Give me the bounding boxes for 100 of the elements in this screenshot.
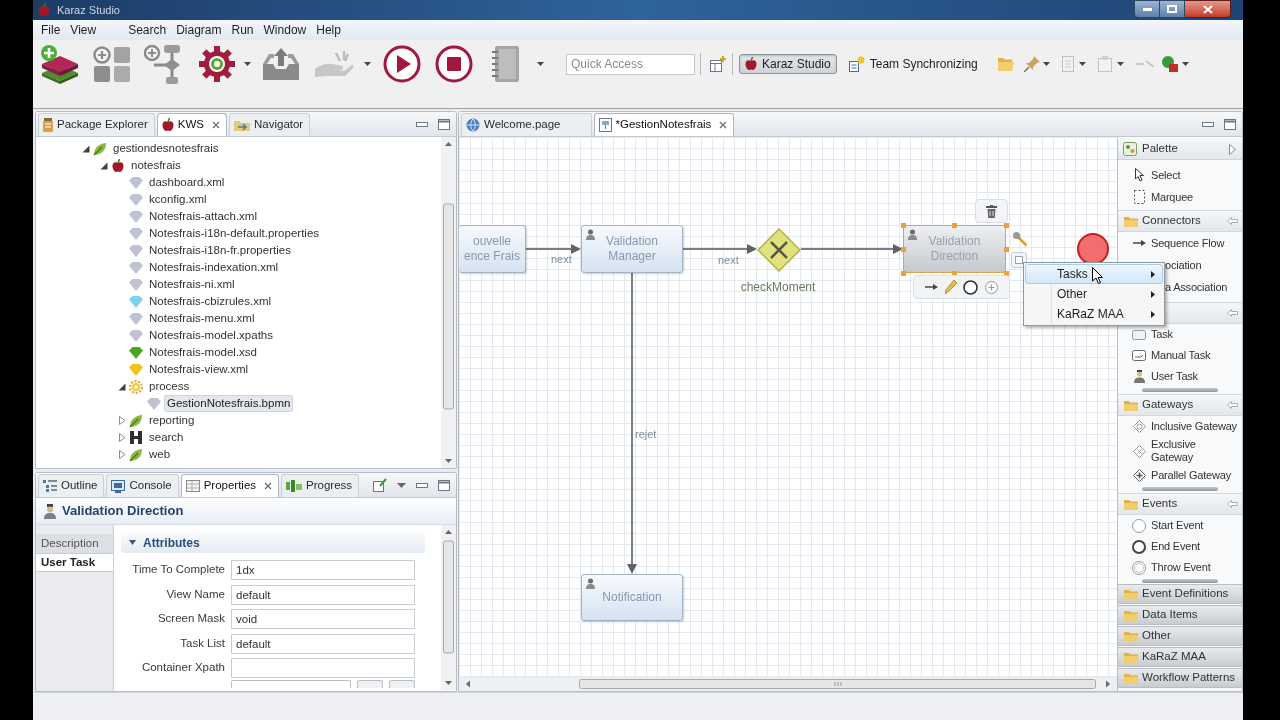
- sequence-flow-arrow[interactable]: [627, 272, 637, 574]
- circle-icon[interactable]: [963, 279, 979, 295]
- menu-item[interactable]: Run: [226, 21, 259, 39]
- sequence-flow-arrow[interactable]: [682, 244, 757, 254]
- tab[interactable]: Properties: [180, 474, 280, 497]
- tab[interactable]: *GestionNotesfrais: [593, 113, 735, 136]
- caret-icon[interactable]: [1181, 62, 1189, 66]
- square-icon[interactable]: [1011, 252, 1027, 268]
- tree-item[interactable]: notesfrais: [128, 157, 184, 174]
- triangle-right-icon[interactable]: [118, 433, 126, 442]
- tree-item[interactable]: Notesfrais-view.xml: [146, 361, 252, 378]
- play-icon[interactable]: [383, 45, 421, 83]
- resize-handle[interactable]: [952, 270, 957, 276]
- palette-drawer[interactable]: Events: [1118, 493, 1242, 515]
- maximize-icon[interactable]: [438, 479, 450, 491]
- pencil-icon[interactable]: [944, 280, 957, 294]
- palette-drawer[interactable]: Other: [1118, 626, 1242, 646]
- tree-item[interactable]: Notesfrais-attach.xml: [146, 208, 260, 225]
- minimize-icon[interactable]: [416, 121, 428, 127]
- palette-drawer[interactable]: KaRaZ MAA: [1118, 647, 1242, 667]
- resize-handle[interactable]: [900, 222, 906, 228]
- palette-tool[interactable]: Exclusive Gateway: [1118, 437, 1242, 465]
- stop-icon[interactable]: [435, 45, 473, 83]
- palette-tool[interactable]: Task: [1118, 324, 1242, 345]
- tree-item[interactable]: reporting: [146, 412, 198, 429]
- tab[interactable]: Package Explorer: [38, 113, 155, 136]
- resize-handle[interactable]: [1003, 246, 1009, 252]
- close-icon[interactable]: [212, 121, 220, 129]
- palette-tool[interactable]: Parallel Gateway: [1118, 465, 1242, 486]
- palette-tool[interactable]: Sequence Flow: [1118, 232, 1242, 254]
- vertical-scrollbar[interactable]: [441, 525, 456, 690]
- caret-icon[interactable]: [244, 62, 251, 66]
- menu-item[interactable]: Diagram: [171, 21, 227, 39]
- tab[interactable]: Welcome.page: [461, 113, 592, 136]
- resize-handle[interactable]: [1003, 222, 1009, 228]
- notebook-icon[interactable]: [491, 45, 520, 83]
- maximize-icon[interactable]: [438, 118, 450, 130]
- triangle-right-icon[interactable]: [1229, 143, 1236, 155]
- input-field[interactable]: [231, 680, 351, 688]
- side-tab[interactable]: Description: [36, 534, 113, 553]
- menu-item[interactable]: View: [65, 21, 102, 39]
- close-icon[interactable]: [264, 482, 273, 490]
- circle-plus-icon[interactable]: [984, 280, 998, 294]
- end-event-node[interactable]: [1077, 233, 1109, 265]
- palette-tool[interactable]: Marquee: [1118, 186, 1242, 208]
- maximize-icon[interactable]: [1224, 118, 1236, 130]
- text-field[interactable]: default: [231, 633, 415, 654]
- grid-plus-icon[interactable]: [93, 46, 131, 82]
- quick-access-field[interactable]: Quick Access: [566, 53, 695, 75]
- text-field[interactable]: 1dx: [231, 560, 415, 580]
- text-field[interactable]: void: [231, 609, 415, 629]
- flowchart-plus-icon[interactable]: [144, 44, 182, 84]
- palette-drawer[interactable]: Workflow Patterns: [1118, 668, 1242, 688]
- palette-tool[interactable]: Throw Event: [1118, 557, 1242, 578]
- clipboard-icon[interactable]: [1097, 56, 1112, 72]
- palette-drawer[interactable]: Event Definitions: [1118, 584, 1242, 604]
- sequence-flow-arrow[interactable]: [800, 244, 903, 254]
- triangle-right-icon[interactable]: [118, 416, 126, 425]
- view-menu-icon[interactable]: [397, 482, 406, 488]
- circle-square-icon[interactable]: [1161, 56, 1178, 72]
- tab[interactable]: Progress: [281, 474, 360, 497]
- menu-item[interactable]: Help: [311, 21, 346, 39]
- perspective-button[interactable]: Team Synchronizing: [842, 54, 984, 74]
- delete-button[interactable]: [975, 199, 1008, 223]
- minimize-icon[interactable]: [1202, 121, 1214, 127]
- caret-icon[interactable]: [1078, 62, 1086, 66]
- triangle-down-icon[interactable]: [100, 161, 108, 170]
- menu-item[interactable]: Window: [258, 21, 312, 39]
- tree-item[interactable]: gestiondesnotesfrais: [110, 140, 222, 157]
- text-field[interactable]: [231, 658, 415, 678]
- vertical-scrollbar[interactable]: [441, 137, 456, 468]
- window-plus-icon[interactable]: [710, 56, 726, 72]
- caret-icon[interactable]: [364, 62, 371, 66]
- layers-plus-icon[interactable]: [40, 44, 80, 84]
- perspective-button[interactable]: Karaz Studio: [739, 54, 837, 74]
- palette-tool[interactable]: Start Event: [1118, 515, 1242, 536]
- caret-icon[interactable]: [1042, 62, 1050, 66]
- tree-item[interactable]: Notesfrais-indexation.xml: [146, 259, 282, 276]
- palette-tool[interactable]: End Event: [1118, 536, 1242, 557]
- tree-item[interactable]: Notesfrais-model.xpaths: [146, 327, 276, 344]
- tree-item[interactable]: Notesfrais-menu.xml: [146, 310, 258, 327]
- tab[interactable]: Outline: [38, 474, 105, 497]
- menu-item[interactable]: Search: [123, 21, 172, 39]
- collapse-arrow-icon[interactable]: [1227, 217, 1238, 225]
- triangle-down-icon[interactable]: [118, 382, 126, 391]
- section-header[interactable]: Attributes: [121, 532, 425, 553]
- collapse-arrow-icon[interactable]: [1227, 500, 1238, 508]
- caret-icon[interactable]: [1116, 62, 1124, 66]
- tree-item[interactable]: dashboard.xml: [146, 174, 228, 191]
- triangle-down-icon[interactable]: [82, 144, 90, 153]
- palette-tool[interactable]: User Task: [1118, 366, 1242, 387]
- caret-icon[interactable]: [537, 62, 544, 66]
- menu-item[interactable]: KaRaZ MAA: [1025, 304, 1163, 324]
- close-button[interactable]: [1185, 0, 1231, 18]
- menu-item[interactable]: File: [36, 21, 66, 39]
- tray-upload-icon[interactable]: [261, 48, 301, 80]
- resize-handle[interactable]: [900, 270, 906, 276]
- minimize-icon[interactable]: [416, 482, 428, 488]
- palette-tool[interactable]: Manual Task: [1118, 345, 1242, 366]
- wrench-icon[interactable]: [1013, 232, 1028, 247]
